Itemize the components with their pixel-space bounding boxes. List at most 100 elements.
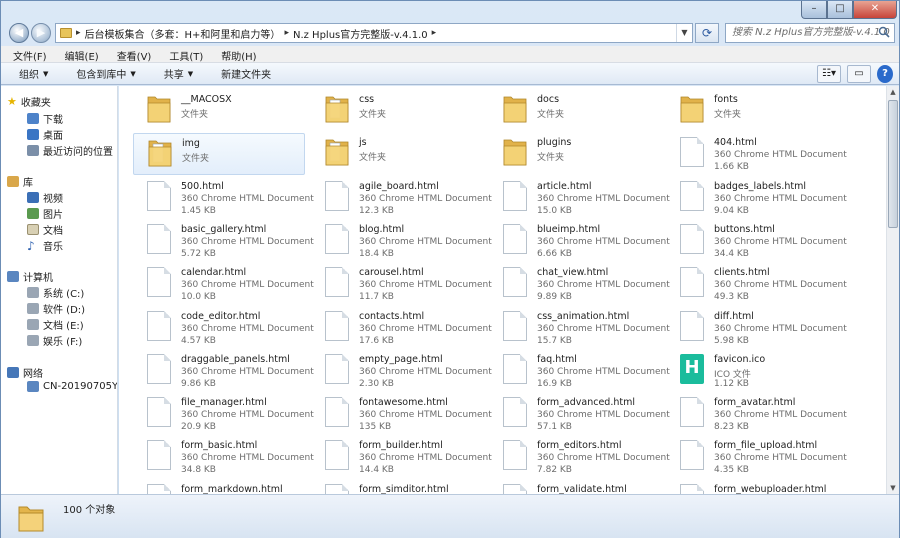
file-item[interactable]: form_file_upload.html 360 Chrome HTML Doc… (666, 436, 847, 478)
nav-desktop[interactable]: 桌面 (27, 127, 63, 142)
file-item[interactable]: faq.html 360 Chrome HTML Document 16.9 KB (489, 350, 670, 392)
file-item[interactable]: 500.html 360 Chrome HTML Document 1.45 KB (133, 177, 314, 219)
folder-item[interactable]: css 文件夹 (311, 90, 483, 132)
nav-drive-f[interactable]: 娱乐 (F:) (27, 333, 82, 348)
close-button[interactable]: ✕ (853, 1, 897, 19)
file-item[interactable]: buttons.html 360 Chrome HTML Document 34.4… (666, 220, 847, 262)
nav-video[interactable]: 视频 (27, 190, 63, 205)
nav-drive-d[interactable]: 软件 (D:) (27, 301, 85, 316)
folder-item[interactable]: js 文件夹 (311, 133, 483, 175)
search-input[interactable]: 搜索 N.z Hplus官方完整版-v.4.1.0 (725, 23, 895, 43)
file-name: blueimp.html (537, 223, 601, 235)
file-item[interactable]: form_webuploader.html360 Chrome HTML Doc… (666, 480, 838, 494)
file-item[interactable]: chat_view.html 360 Chrome HTML Document 9.… (489, 263, 670, 305)
nav-favorites[interactable]: ★ 收藏夹 (7, 94, 51, 109)
menu-tools[interactable]: 工具(T) (157, 46, 209, 63)
breadcrumb-part[interactable]: 后台模板集合（多套：H+和阿里和启力等） (85, 26, 281, 41)
folder-item[interactable]: img 文件夹 (133, 133, 305, 176)
file-item[interactable]: empty_page.html 360 Chrome HTML Document 2… (311, 350, 492, 392)
nav-download[interactable]: 下载 (27, 111, 63, 126)
html-document-icon (680, 310, 704, 341)
refresh-button[interactable]: ⟳ (695, 23, 719, 43)
nav-recent[interactable]: 最近访问的位置 (27, 143, 113, 158)
file-item[interactable]: clients.html 360 Chrome HTML Document 49.3… (666, 263, 847, 305)
html-document-icon (680, 483, 704, 494)
file-type: 360 Chrome HTML Document (181, 366, 314, 377)
nav-library[interactable]: 库 (7, 174, 33, 189)
file-type: 文件夹 (537, 153, 565, 164)
nav-label: 文档 (43, 226, 63, 237)
file-item[interactable]: css_animation.html 360 Chrome HTML Docume… (489, 307, 670, 349)
file-item[interactable]: form_editors.html 360 Chrome HTML Documen… (489, 436, 670, 478)
file-item[interactable]: form_basic.html 360 Chrome HTML Document 3… (133, 436, 314, 478)
file-item[interactable]: blueimp.html 360 Chrome HTML Document 6.66… (489, 220, 670, 262)
file-item[interactable]: badges_labels.html 360 Chrome HTML Docume… (666, 177, 847, 219)
search-icon[interactable] (878, 26, 890, 38)
file-item[interactable]: carousel.html 360 Chrome HTML Document 11.… (311, 263, 492, 305)
include-library-button[interactable]: 包含到库中 ▼ (58, 66, 145, 82)
file-size: 17.6 KB (359, 335, 394, 346)
nav-pc[interactable]: CN-20190705YRVH (27, 381, 117, 392)
file-item[interactable]: basic_gallery.html 360 Chrome HTML Docume… (133, 220, 314, 262)
file-type: 360 Chrome HTML Document (181, 280, 314, 291)
organize-button[interactable]: 组织 ▼ (1, 66, 58, 82)
folder-item[interactable]: plugins 文件夹 (489, 133, 661, 175)
vertical-scrollbar[interactable]: ▲ ▼ (886, 86, 899, 494)
file-item[interactable]: agile_board.html 360 Chrome HTML Document… (311, 177, 492, 219)
library-icon (7, 176, 19, 187)
folder-item[interactable]: __MACOSX 文件夹 (133, 90, 305, 132)
menu-file[interactable]: 文件(F) (1, 46, 53, 63)
nav-documents[interactable]: 文档 (27, 222, 63, 237)
file-item[interactable]: form_simditor.html360 Chrome HTML Docume… (311, 480, 483, 494)
file-item[interactable]: article.html 360 Chrome HTML Document 15.0… (489, 177, 670, 219)
maximize-button[interactable]: □ (827, 1, 853, 19)
nav-drive-c[interactable]: 系统 (C:) (27, 285, 84, 300)
file-name: docs (537, 94, 560, 105)
menu-edit[interactable]: 编辑(E) (53, 46, 105, 63)
file-size: 7.82 KB (537, 465, 572, 476)
file-item[interactable]: form_validate.html360 Chrome HTML Docume… (489, 480, 661, 494)
scroll-up-icon[interactable]: ▲ (887, 86, 899, 98)
help-icon[interactable]: ? (877, 65, 893, 83)
folder-item[interactable]: fonts 文件夹 (666, 90, 838, 132)
file-item[interactable]: file_manager.html 360 Chrome HTML Documen… (133, 393, 314, 435)
nav-computer[interactable]: 计算机 (7, 269, 53, 284)
file-item[interactable]: fontawesome.html 360 Chrome HTML Document… (311, 393, 492, 435)
minimize-button[interactable]: – (801, 1, 827, 19)
change-view-icon[interactable]: ☷▾ (817, 65, 841, 83)
file-item[interactable]: 404.html 360 Chrome HTML Document 1.66 KB (666, 133, 847, 175)
address-bar[interactable]: ▸ 后台模板集合（多套：H+和阿里和启力等） ▸ N.z Hplus官方完整版-… (55, 23, 693, 43)
nav-music[interactable]: ♪ 音乐 (27, 238, 63, 254)
file-item[interactable]: Hfavicon.ico ICO 文件 1.12 KB (666, 350, 838, 392)
file-item[interactable]: blog.html 360 Chrome HTML Document 18.4 KB (311, 220, 492, 262)
breadcrumb-part[interactable]: N.z Hplus官方完整版-v.4.1.0 (293, 26, 428, 41)
forward-button[interactable]: ▶ (31, 23, 51, 43)
folder-item[interactable]: docs 文件夹 (489, 90, 661, 132)
file-item[interactable]: contacts.html 360 Chrome HTML Document 17.… (311, 307, 492, 349)
menu-help[interactable]: 帮助(H) (209, 46, 262, 63)
nav-pictures[interactable]: 图片 (27, 206, 63, 221)
favicon-icon: H (680, 353, 704, 384)
menu-view[interactable]: 查看(V) (105, 46, 158, 63)
file-item[interactable]: form_advanced.html 360 Chrome HTML Docume… (489, 393, 670, 435)
file-type: 360 Chrome HTML Document (359, 453, 492, 464)
share-button[interactable]: 共享 ▼ (146, 66, 203, 82)
address-dropdown-icon[interactable]: ▼ (676, 24, 692, 42)
preview-pane-icon[interactable]: ▭ (847, 65, 871, 83)
file-item[interactable]: draggable_panels.html 360 Chrome HTML Doc… (133, 350, 314, 392)
scroll-thumb[interactable] (888, 100, 898, 228)
nav-network[interactable]: 网络 (7, 365, 43, 380)
file-item[interactable]: diff.html 360 Chrome HTML Document 5.98 KB (666, 307, 847, 349)
file-item[interactable]: form_avatar.html 360 Chrome HTML Document… (666, 393, 847, 435)
file-item[interactable]: form_builder.html 360 Chrome HTML Documen… (311, 436, 492, 478)
back-button[interactable]: ◀ (9, 23, 29, 43)
file-item[interactable]: form_markdown.html360 Chrome HTML Docume… (133, 480, 305, 494)
file-item[interactable]: code_editor.html 360 Chrome HTML Document… (133, 307, 314, 349)
nav-label: 收藏夹 (20, 98, 51, 109)
file-item[interactable]: calendar.html 360 Chrome HTML Document 10.… (133, 263, 314, 305)
scroll-down-icon[interactable]: ▼ (887, 482, 899, 494)
new-folder-button[interactable]: 新建文件夹 (203, 66, 281, 81)
file-size: 15.0 KB (537, 205, 572, 216)
nav-drive-e[interactable]: 文档 (E:) (27, 317, 84, 332)
html-document-icon (680, 397, 704, 428)
